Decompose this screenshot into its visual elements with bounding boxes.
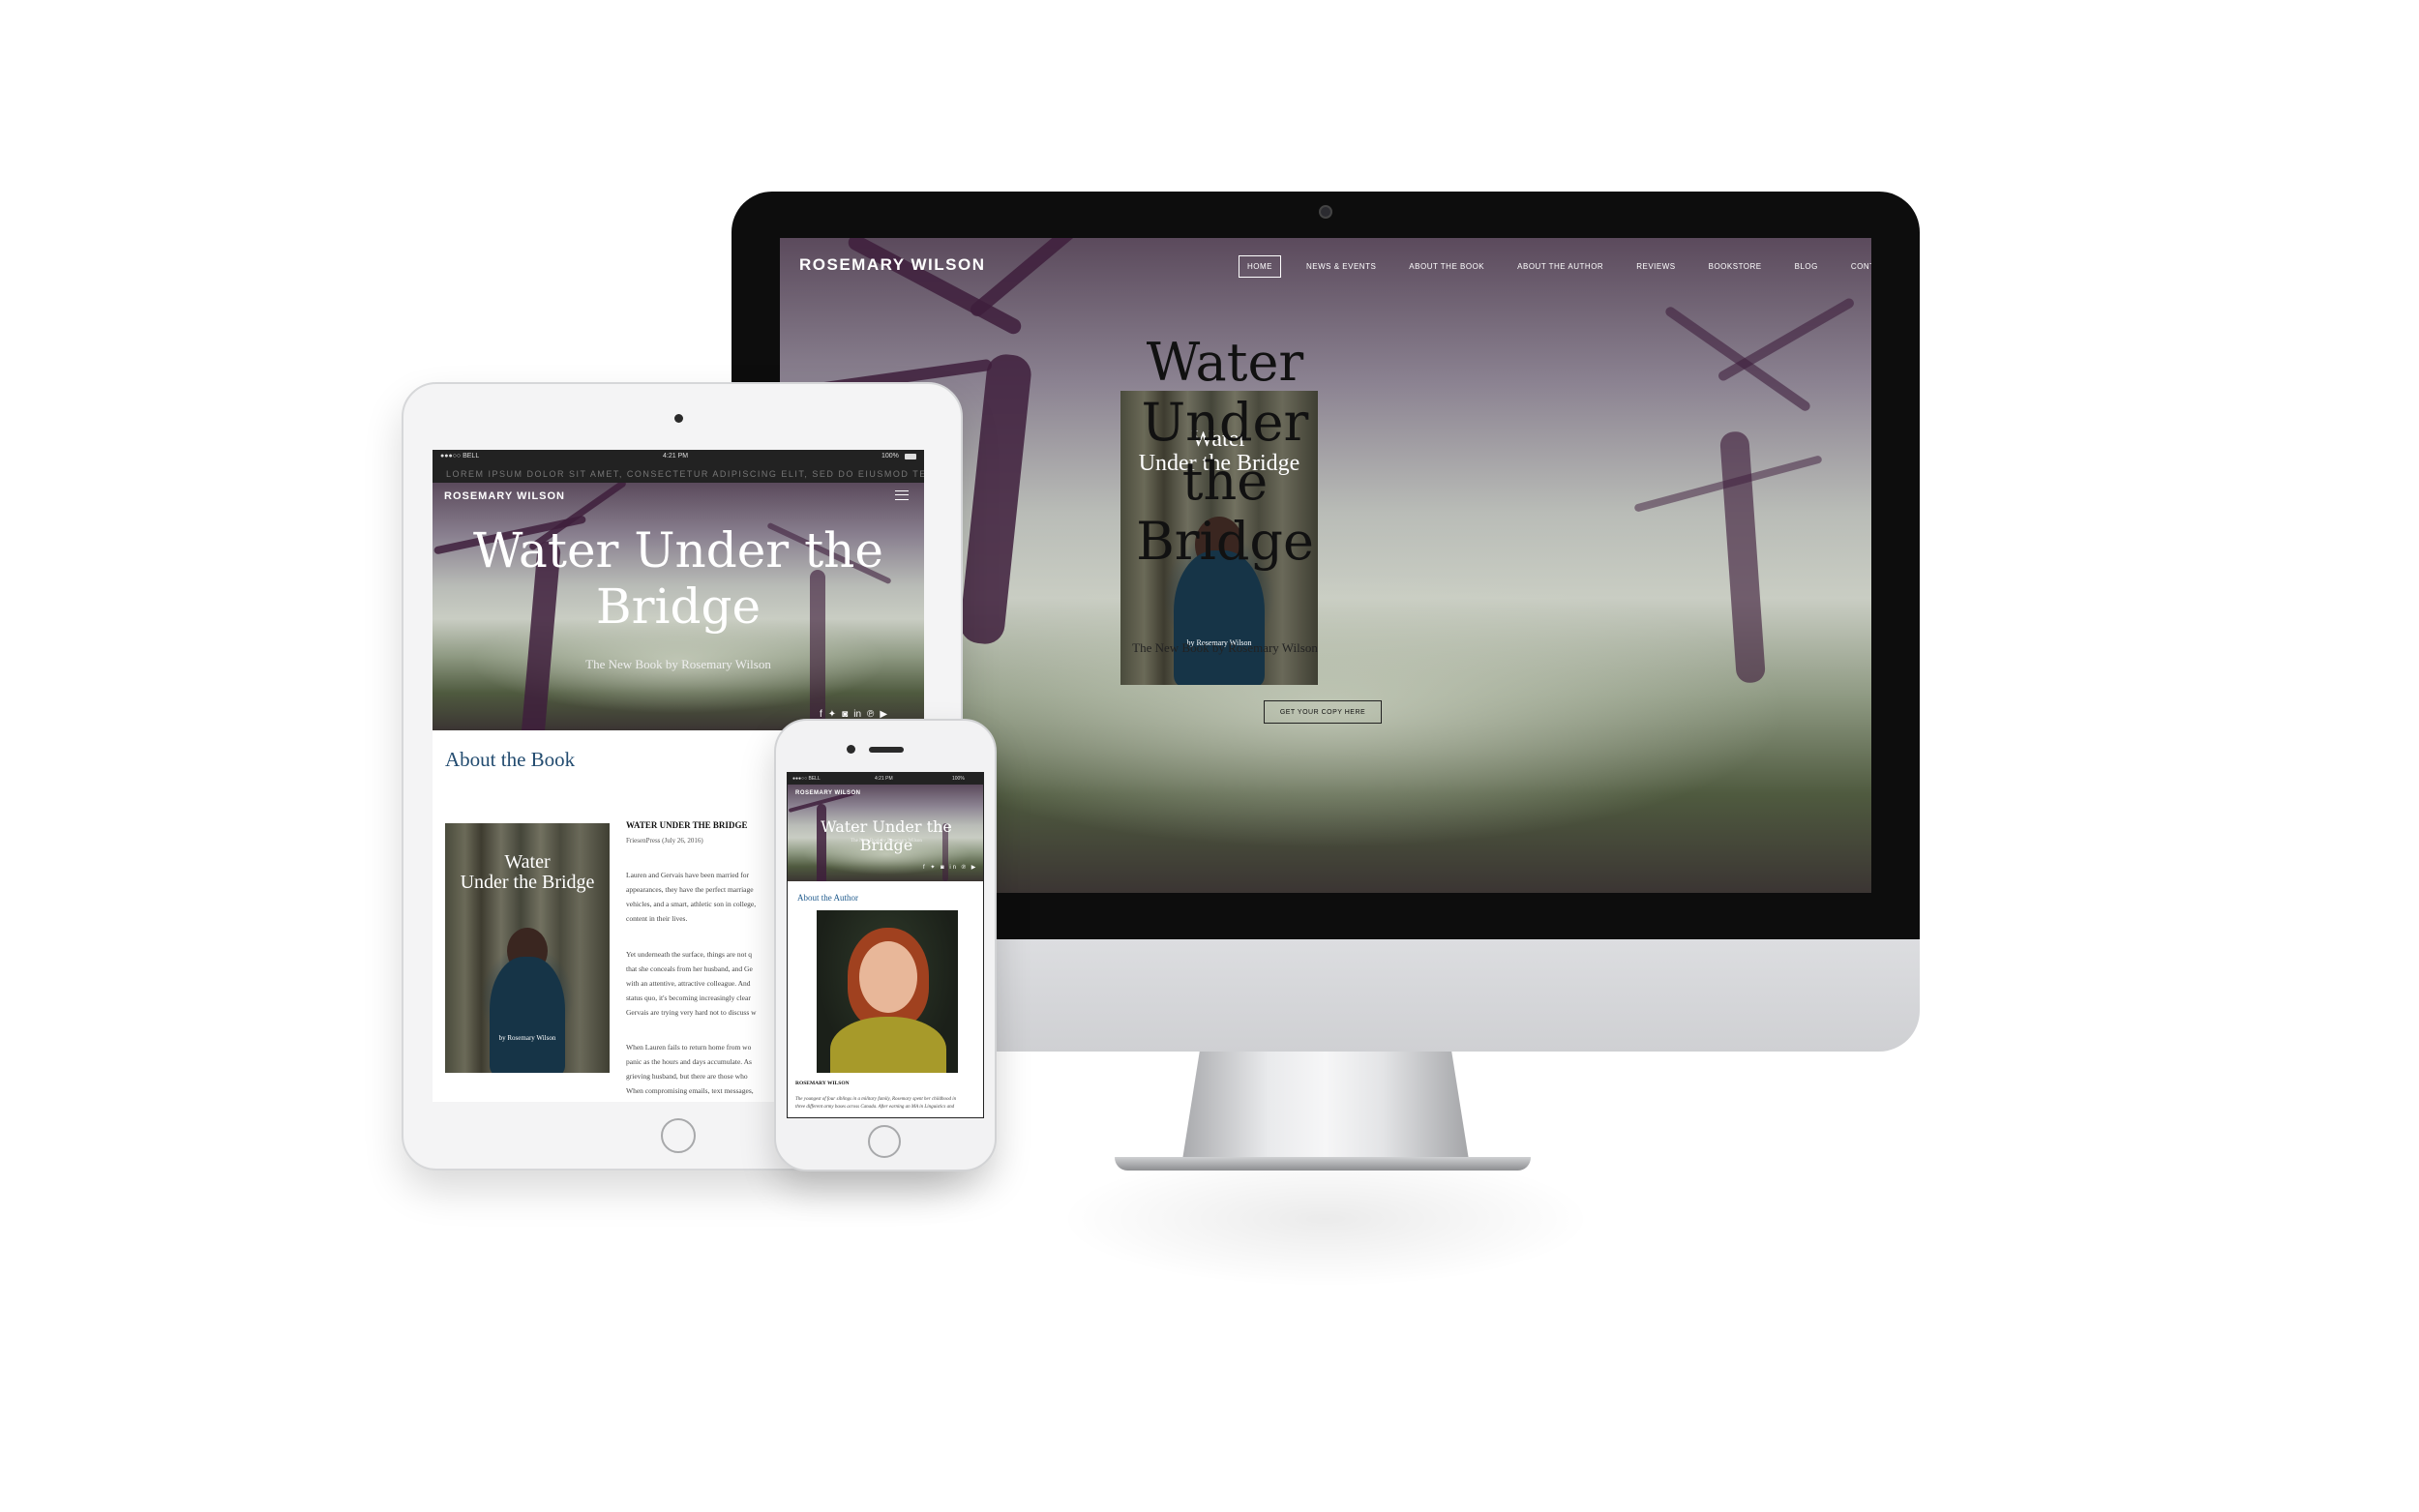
nav-contact[interactable]: CONTACT [1843,256,1871,277]
imac-stand-foot [1115,1157,1531,1171]
battery-label: 100% [881,453,899,460]
nav-reviews[interactable]: REVIEWS [1628,256,1683,277]
hero-title: Water Under the Bridge [473,522,883,635]
carrier-label: ●●●○○ BELL [792,776,821,782]
hero-title: Water Under the Bridge [1136,332,1314,572]
author-name: ROSEMARY WILSON [795,1081,850,1086]
site-logo[interactable]: ROSEMARY WILSON [444,490,565,502]
get-copy-button[interactable]: GET YOUR COPY HERE [1264,700,1382,724]
cover-byline: by Rosemary Wilson [498,1034,556,1042]
hero-subtitle: The New Book by Rosemary Wilson [585,657,771,671]
battery-label: 100% [952,776,965,782]
carrier-label: ●●●○○ BELL [440,453,480,460]
home-button[interactable] [868,1125,901,1158]
social-links[interactable]: f ✦ ◙ in ℗ ▶ [923,864,977,871]
battery-icon [905,454,916,460]
nav-bookstore[interactable]: BOOKSTORE [1701,256,1770,277]
device-shadow [948,1161,1703,1354]
nav-about-book[interactable]: ABOUT THE BOOK [1401,256,1492,277]
camera-icon [674,414,683,423]
phone-website: ●●●○○ BELL 4:21 PM 100% ROSEMARY WILSON … [787,772,984,1118]
publisher-line: FriesenPress (July 26, 2016) [626,837,703,845]
cover-title: Water Under the Bridge [460,851,595,893]
imac-stand [1182,1052,1469,1160]
author-bio: The youngest of four siblings in a milit… [795,1097,957,1110]
author-photo [817,910,958,1073]
about-book-heading: About the Book [445,748,576,771]
tree-trunk [958,352,1033,646]
site-logo[interactable]: ROSEMARY WILSON [795,790,861,796]
main-nav: HOME NEWS & EVENTS ABOUT THE BOOK ABOUT … [1239,255,1871,278]
hero-subtitle: The New Book by Rosemary Wilson [1132,640,1318,655]
cover-figure [490,957,565,1073]
status-bar: ●●●○○ BELL 4:21 PM 100% [433,450,924,465]
hero-banner: ROSEMARY WILSON Water Under the Bridge T… [788,785,983,881]
nav-about-author[interactable]: ABOUT THE AUTHOR [1509,256,1611,277]
book-cover[interactable]: Water Under the Bridge by Rosemary Wilso… [445,823,610,1073]
camera-icon [847,745,855,754]
book-description-paragraph: Yet underneath the surface, things are n… [626,950,757,1017]
top-banner: LOREM IPSUM DOLOR SIT AMET, CONSECTETUR … [433,465,924,483]
book-description-paragraph: When Lauren fails to return home from wo… [626,1043,754,1095]
about-author-heading: About the Author [797,893,858,903]
hero-banner: ROSEMARY WILSON Water Under the Bridge T… [433,483,924,730]
home-button[interactable] [661,1118,696,1153]
tree-branch [1717,296,1856,383]
tree-branch [968,238,1095,319]
hero-title: Water Under the Bridge [821,817,952,854]
book-title: WATER UNDER THE BRIDGE [626,820,748,830]
author-face [859,941,917,1013]
clock: 4:21 PM [875,776,893,782]
site-logo[interactable]: ROSEMARY WILSON [799,255,986,275]
tree-branch [1663,305,1812,413]
nav-blog[interactable]: BLOG [1787,256,1826,277]
hamburger-menu-icon[interactable] [895,490,909,500]
nav-home[interactable]: HOME [1239,255,1281,278]
author-top [830,1017,946,1073]
hero-subtitle: The New Book by Rosemary Wilson [851,839,922,844]
nav-news-events[interactable]: NEWS & EVENTS [1299,256,1384,277]
book-description-paragraph: Lauren and Gervais have been married for… [626,871,757,923]
status-bar: ●●●○○ BELL 4:21 PM 100% [788,773,983,785]
clock: 4:21 PM [663,453,689,460]
speaker-grille [869,747,904,753]
tree-trunk [1718,430,1767,684]
camera-icon [1319,205,1332,219]
